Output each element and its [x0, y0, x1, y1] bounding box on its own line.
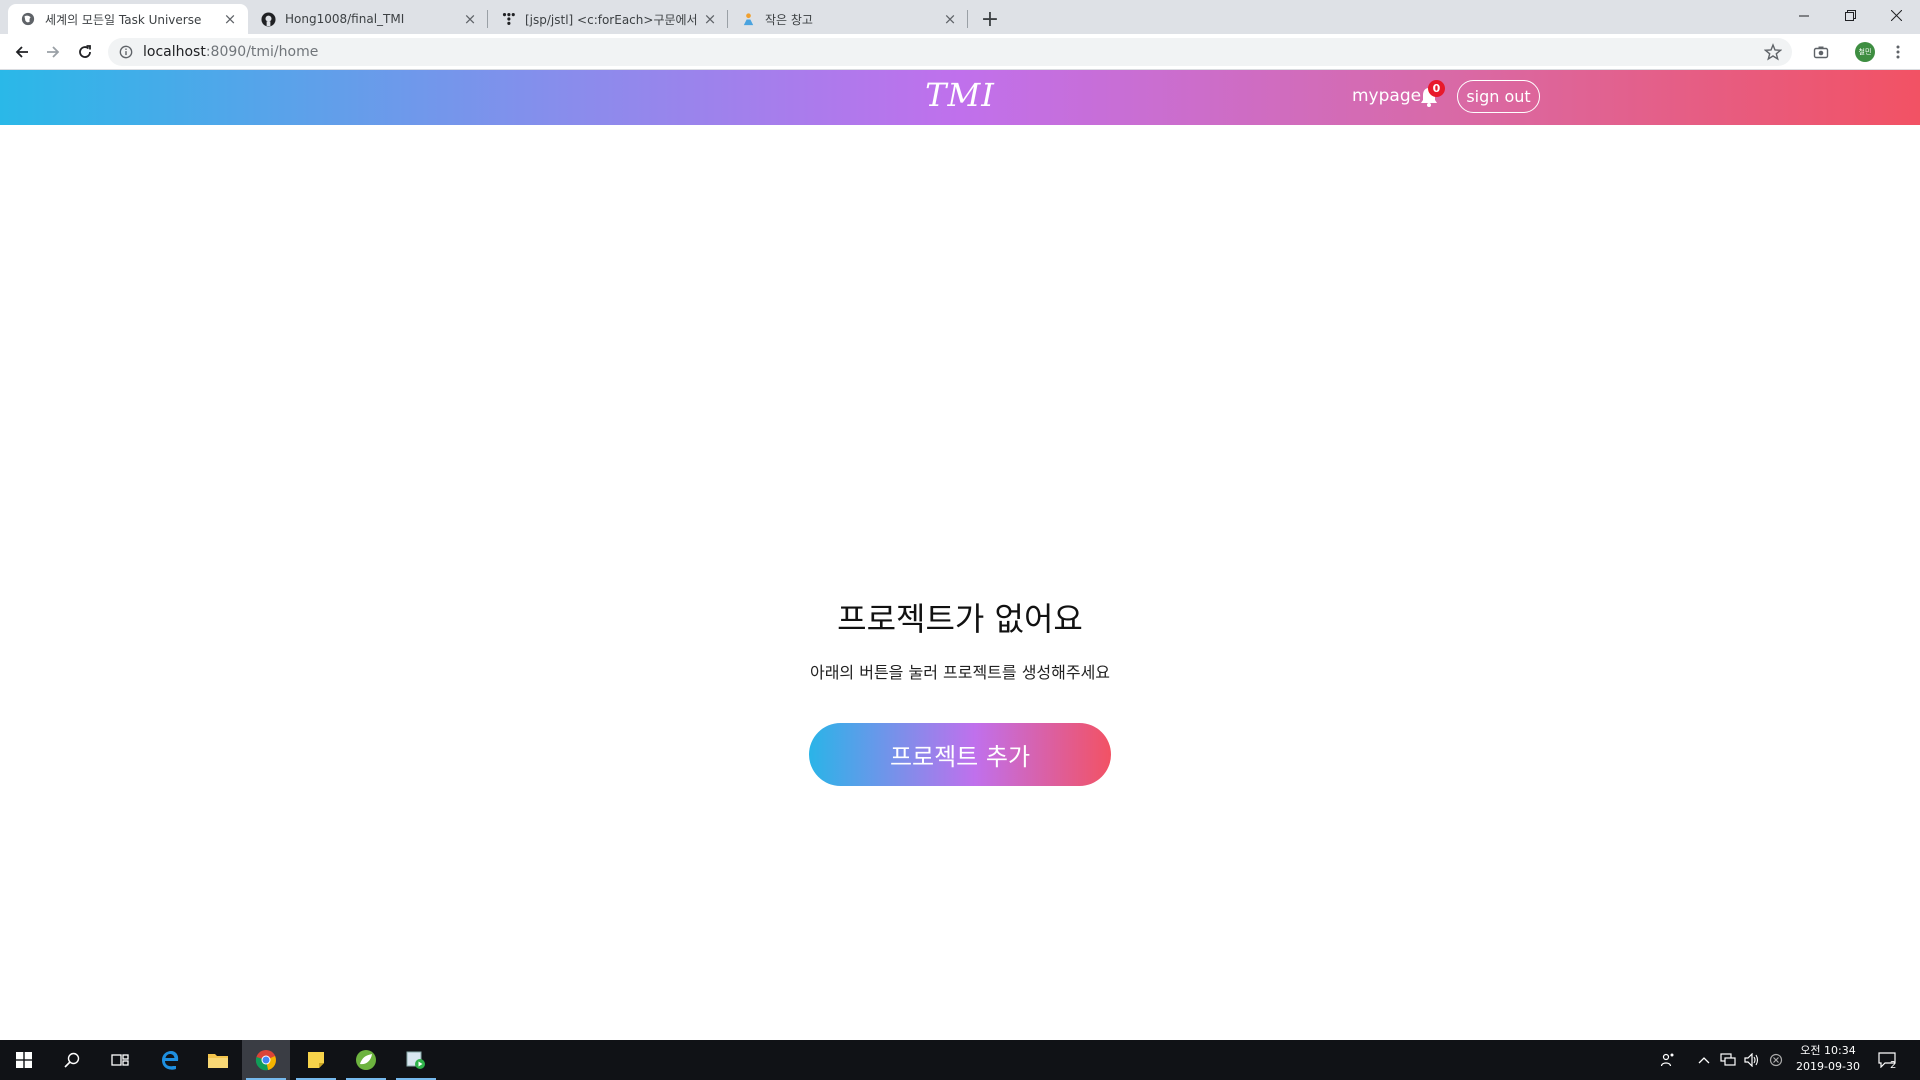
empty-state-subtitle: 아래의 버튼을 눌러 프로젝트를 생성해주세요: [809, 663, 1111, 682]
windows-taskbar: 오전 10:34 2019-09-30 2: [0, 1040, 1920, 1080]
app-logo[interactable]: TMI: [0, 76, 1920, 114]
profile-avatar[interactable]: 철민: [1855, 42, 1875, 62]
browser-tab-small-storage[interactable]: 작은 창고 ×: [728, 4, 968, 34]
new-tab-button[interactable]: +: [976, 5, 1004, 33]
clock-time: 오전 10:34: [1800, 1044, 1856, 1057]
browser-tab-github[interactable]: Hong1008/final_TMI ×: [248, 4, 488, 34]
github-icon: [260, 11, 276, 27]
browser-tab-strip: 세계의 모든일 Task Universe × Hong1008/final_T…: [0, 0, 1920, 34]
menu-kebab-icon[interactable]: [1884, 38, 1912, 66]
close-tab-icon[interactable]: ×: [462, 10, 478, 28]
show-hidden-icons-chevron-icon[interactable]: [1694, 1040, 1714, 1080]
action-center-count: 2: [1890, 1060, 1897, 1071]
windows-start-icon[interactable]: [0, 1040, 48, 1080]
network-icon[interactable]: [1718, 1040, 1738, 1080]
info-icon[interactable]: [118, 44, 134, 60]
empty-state-title: 프로젝트가 없어요: [837, 600, 1083, 638]
url-path: :8090/tmi/home: [205, 44, 319, 60]
tistory-icon: [500, 11, 516, 27]
sign-out-button[interactable]: sign out: [1457, 80, 1540, 113]
browser-tab-jstl[interactable]: [jsp/jstl] <c:forEach>구문에서 b ×: [488, 4, 728, 34]
tab-separator: [967, 10, 968, 28]
close-tab-icon[interactable]: ×: [942, 10, 958, 28]
tab-title: Hong1008/final_TMI: [285, 12, 405, 26]
task-view-icon[interactable]: [96, 1040, 144, 1080]
screenshot-camera-icon[interactable]: [1807, 38, 1835, 66]
clock-date: 2019-09-30: [1796, 1060, 1860, 1073]
url-host: localhost: [143, 44, 206, 60]
browser-tab-task-universe[interactable]: 세계의 모든일 Task Universe ×: [8, 4, 248, 34]
notification-badge: 0: [1428, 80, 1445, 97]
warning-status-icon[interactable]: [1766, 1040, 1786, 1080]
bookmark-star-icon[interactable]: [1763, 43, 1783, 61]
tab-title: 작은 창고: [765, 12, 813, 27]
close-tab-icon[interactable]: ×: [702, 10, 718, 28]
edge-browser-icon[interactable]: [146, 1040, 194, 1080]
media-player-icon[interactable]: [392, 1040, 440, 1080]
people-icon[interactable]: [1656, 1040, 1680, 1080]
app-header: TMI mypage 0 sign out: [0, 70, 1920, 125]
browser-toolbar: localhost:8090/tmi/home 철민: [0, 34, 1920, 70]
close-window-button[interactable]: [1873, 0, 1919, 30]
address-bar[interactable]: localhost:8090/tmi/home: [108, 38, 1792, 66]
tab-title: 세계의 모든일 Task Universe: [45, 12, 202, 27]
taskbar-clock[interactable]: 오전 10:34 2019-09-30: [1788, 1043, 1868, 1075]
search-icon[interactable]: [48, 1040, 96, 1080]
back-button[interactable]: [8, 38, 36, 66]
sticky-notes-icon[interactable]: [292, 1040, 340, 1080]
chrome-taskbar-icon[interactable]: [242, 1040, 290, 1080]
forward-button[interactable]: [39, 38, 67, 66]
tab-title: [jsp/jstl] <c:forEach>구문에서 b: [525, 12, 702, 27]
spring-tool-suite-icon[interactable]: [342, 1040, 390, 1080]
action-center-icon[interactable]: [1872, 1040, 1902, 1080]
minimize-window-button[interactable]: [1781, 0, 1827, 30]
globe-icon: [20, 11, 36, 27]
mypage-link[interactable]: mypage: [1352, 86, 1421, 106]
person-icon: [740, 11, 756, 27]
file-explorer-icon[interactable]: [194, 1040, 242, 1080]
close-tab-icon[interactable]: ×: [222, 10, 238, 28]
restore-window-button[interactable]: [1827, 0, 1873, 30]
volume-icon[interactable]: [1742, 1040, 1762, 1080]
add-project-button[interactable]: 프로젝트 추가: [809, 723, 1111, 786]
reload-button[interactable]: [71, 38, 99, 66]
